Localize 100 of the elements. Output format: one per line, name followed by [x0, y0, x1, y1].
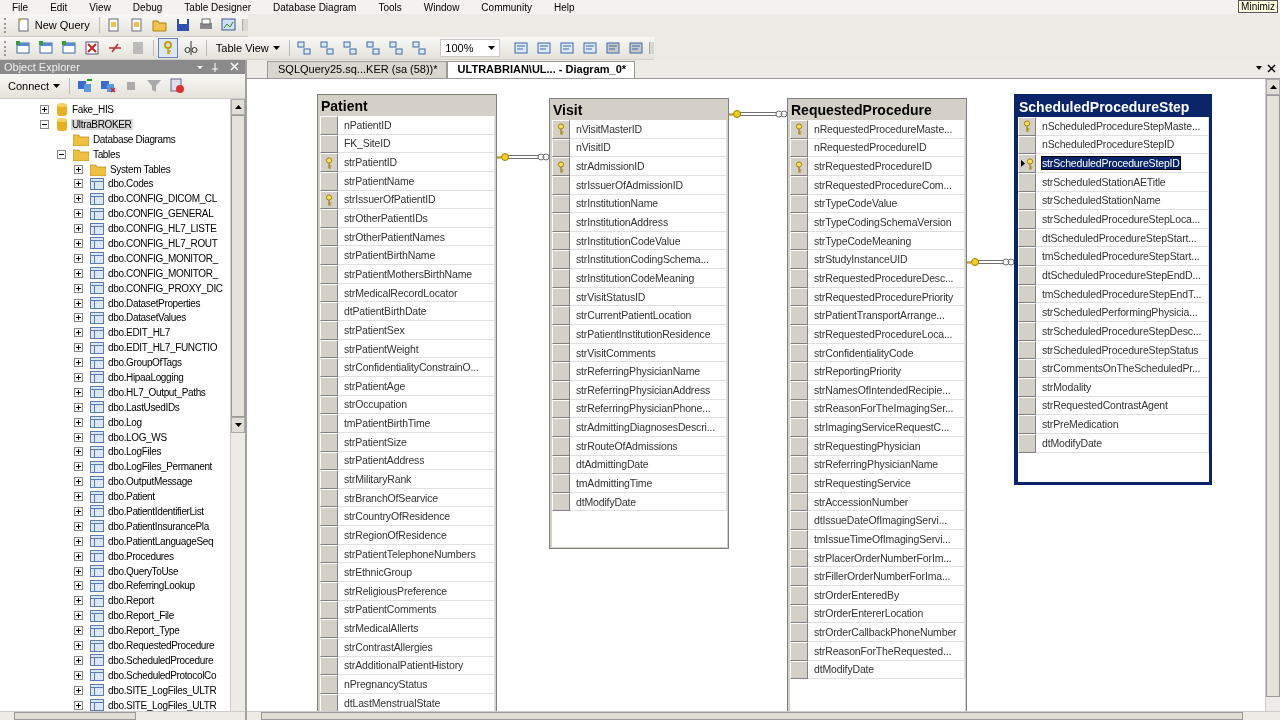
column-name[interactable]: tmPatientBirthTime: [344, 417, 431, 430]
menu-item[interactable]: File: [12, 1, 29, 13]
column-name[interactable]: strIssuerOfAdmissionID: [576, 178, 683, 191]
column-name[interactable]: dtScheduledProcedureStepStart...: [1042, 231, 1197, 244]
column-name[interactable]: strOtherPatientNames: [344, 230, 445, 243]
column-name[interactable]: strRequestingPhysician: [814, 439, 921, 452]
column-name[interactable]: strAccessionNumber: [814, 495, 909, 508]
column-name[interactable]: strPatientBirthName: [344, 249, 436, 262]
expander-icon[interactable]: [74, 685, 83, 695]
column-name[interactable]: strPatientSex: [344, 323, 405, 336]
column-name[interactable]: nScheduledProcedureStepID: [1042, 138, 1175, 151]
tree-item[interactable]: dbo.CONFIG_DICOM_CL: [107, 193, 218, 205]
column-name[interactable]: strInstitutionName: [576, 197, 658, 210]
column-name[interactable]: strTypeCodeValue: [814, 197, 898, 210]
column-name[interactable]: strStudyInstanceUID: [814, 253, 908, 266]
tree-item[interactable]: dbo.SITE_LogFiles_ULTR: [107, 699, 218, 711]
expander-icon[interactable]: [74, 492, 83, 502]
column-name[interactable]: dtModifyDate: [576, 495, 637, 508]
menu-item[interactable]: Help: [553, 1, 575, 13]
filter-icon[interactable]: [146, 78, 162, 94]
expander-icon[interactable]: [74, 417, 83, 427]
column-name[interactable]: tmIssueTimeOfImagingServi...: [814, 532, 951, 545]
delete-icon[interactable]: [83, 40, 100, 56]
connect-dropdown[interactable]: Connect: [4, 76, 64, 96]
column-name[interactable]: strMilitaryRank: [344, 473, 412, 485]
column-name[interactable]: strNamesOfIntendedRecipie...: [814, 383, 951, 396]
document-tab[interactable]: ULTRABRIAN\UL... - Diagram_0*: [446, 61, 636, 78]
table-icon[interactable]: [14, 40, 31, 56]
expander-icon[interactable]: [74, 238, 83, 248]
column-name[interactable]: strReportingPriority: [814, 365, 901, 378]
expander-icon[interactable]: [74, 209, 83, 219]
tree-item[interactable]: dbo.Report_File: [107, 610, 175, 622]
expander-icon[interactable]: [74, 328, 83, 338]
column-name[interactable]: strPreMedication: [1042, 418, 1119, 431]
tree-item[interactable]: dbo.EDIT_HL7: [107, 327, 171, 339]
tree-item[interactable]: dbo.LogFiles: [107, 446, 163, 458]
tree-item[interactable]: Tables: [92, 148, 121, 160]
relationship-connector[interactable]: [728, 110, 788, 118]
column-name[interactable]: strInstitutionAddress: [576, 216, 668, 228]
expander-icon[interactable]: [74, 700, 83, 710]
column-name[interactable]: strFillerOrderNumberForIma...: [814, 570, 951, 583]
column-name[interactable]: nRequestedProcedureID: [814, 141, 927, 154]
tree-item[interactable]: dbo.Report_Type: [107, 625, 181, 637]
expander-icon[interactable]: [74, 372, 83, 382]
column-name[interactable]: strInstitutionCodingSchema...: [576, 253, 709, 266]
column-name[interactable]: strInstitutionCodeValue: [576, 234, 681, 247]
column-name[interactable]: strTypeCodingSchemaVersion: [814, 216, 952, 228]
tree-item[interactable]: dbo.LogFiles_Permanent: [107, 461, 214, 473]
column-name[interactable]: nPatientID: [344, 118, 392, 131]
tree-item[interactable]: dbo.DatasetProperties: [107, 297, 202, 309]
column-name[interactable]: strPatientWeight: [344, 342, 419, 355]
column-name[interactable]: strCurrentPatientLocation: [576, 309, 692, 322]
tree-item[interactable]: dbo.ScheduledProcedure: [107, 654, 215, 666]
expander-icon[interactable]: [74, 283, 83, 293]
column-name[interactable]: tmAdmittingTime: [576, 477, 653, 489]
expander-icon[interactable]: [74, 611, 83, 621]
expander-icon[interactable]: [74, 655, 83, 665]
expander-icon[interactable]: [74, 551, 83, 561]
menu-item[interactable]: Edit: [50, 1, 68, 13]
expander-icon[interactable]: [74, 194, 83, 204]
menu-item[interactable]: Table Designer: [184, 1, 252, 13]
column-name[interactable]: dtLastMenstrualState: [344, 696, 441, 709]
expander-icon[interactable]: [74, 477, 83, 487]
column-name[interactable]: strInstitutionCodeMeaning: [576, 271, 695, 284]
column-name[interactable]: strRequestedProcedureID: [814, 160, 932, 173]
column-name[interactable]: dtModifyDate: [814, 663, 875, 676]
table-box[interactable]: [549, 98, 729, 549]
caret-icon[interactable]: [487, 46, 495, 50]
column-name[interactable]: strModality: [1042, 380, 1092, 393]
table-box[interactable]: [787, 98, 967, 711]
column-name[interactable]: nVisitID: [576, 141, 611, 154]
tree-item[interactable]: dbo.PatientLanguageSeq: [107, 535, 215, 547]
expander-icon[interactable]: [40, 104, 49, 114]
column-name[interactable]: strScheduledStationAETitle: [1042, 175, 1166, 188]
add-table-icon[interactable]: [37, 40, 54, 56]
expander-icon[interactable]: [74, 641, 83, 650]
save-icon[interactable]: [175, 17, 192, 33]
tree-item[interactable]: dbo.Log: [107, 416, 143, 428]
menu-item[interactable]: Debug: [132, 1, 163, 13]
tree-item[interactable]: dbo.LastUsedIDs: [107, 401, 181, 413]
expander-icon[interactable]: [74, 507, 83, 516]
column-name[interactable]: strScheduledPerformingPhysicia...: [1042, 306, 1198, 319]
column-name[interactable]: strScheduledProcedureStepLoca...: [1042, 213, 1201, 225]
column-name[interactable]: strOrderEntererLocation: [814, 607, 924, 620]
vertical-scrollbar[interactable]: [1265, 79, 1280, 711]
table-box[interactable]: [1014, 94, 1212, 485]
vertical-scrollbar[interactable]: [230, 99, 245, 711]
tree-item[interactable]: dbo.CONFIG_PROXY_DIC: [107, 282, 224, 294]
expander-icon[interactable]: [74, 358, 83, 368]
column-name[interactable]: nRequestedProcedureMaste...: [814, 122, 953, 135]
tree-item[interactable]: dbo.Report: [107, 595, 155, 607]
tree-item[interactable]: dbo.EDIT_HL7_FUNCTIO: [107, 342, 219, 354]
column-name[interactable]: strConfidentialityCode: [814, 346, 914, 359]
column-name[interactable]: strScheduledProcedureStepDesc...: [1042, 324, 1202, 337]
column-name[interactable]: strPatientID: [344, 156, 398, 169]
tree-item[interactable]: dbo.SITE_LogFiles_ULTR: [107, 684, 218, 696]
tree-item[interactable]: dbo.GroupOfTags: [107, 357, 183, 369]
tree-item[interactable]: dbo.DatasetValues: [107, 312, 187, 324]
tree-item[interactable]: dbo.CONFIG_HL7_ROUT: [107, 237, 219, 249]
column-name[interactable]: strPatientInstitutionResidence: [576, 327, 711, 340]
